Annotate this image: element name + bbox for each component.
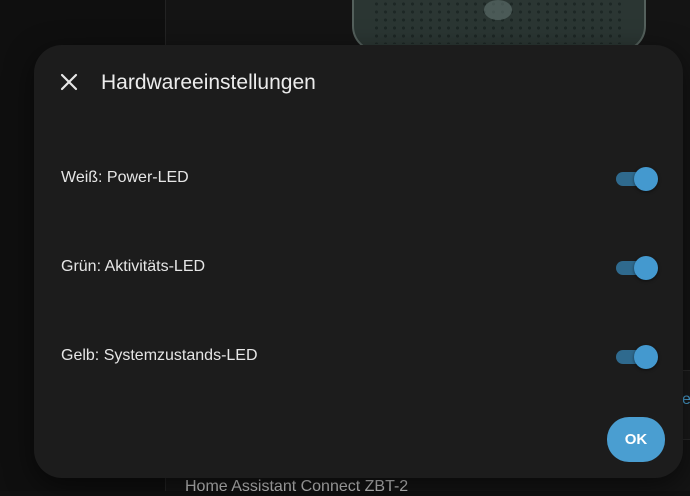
- system-status-led-toggle[interactable]: [616, 345, 658, 369]
- switch-thumb: [634, 345, 658, 369]
- background-link-fragment: e: [682, 391, 690, 408]
- setting-label: Grün: Aktivitäts-LED: [61, 258, 206, 275]
- close-button[interactable]: [54, 67, 84, 97]
- setting-row-activity-led: Grün: Aktivitäts-LED: [34, 248, 683, 288]
- switch-thumb: [634, 256, 658, 280]
- close-icon: [60, 73, 78, 91]
- dialog-header: Hardwareeinstellungen: [34, 45, 683, 125]
- switch-thumb: [634, 167, 658, 191]
- power-led-toggle[interactable]: [616, 167, 658, 191]
- setting-row-system-status-led: Gelb: Systemzustands-LED: [34, 337, 683, 377]
- setting-row-power-led: Weiß: Power-LED: [34, 159, 683, 199]
- activity-led-toggle[interactable]: [616, 256, 658, 280]
- setting-label: Weiß: Power-LED: [61, 169, 189, 186]
- device-name-text: Home Assistant Connect ZBT-2: [185, 478, 409, 495]
- ok-button[interactable]: OK: [607, 417, 665, 462]
- dialog-title: Hardwareeinstellungen: [101, 71, 316, 94]
- hardware-settings-dialog: Hardwareeinstellungen Weiß: Power-LED Gr…: [34, 45, 683, 478]
- setting-label: Gelb: Systemzustands-LED: [61, 347, 258, 364]
- device-led-glow: [484, 0, 512, 20]
